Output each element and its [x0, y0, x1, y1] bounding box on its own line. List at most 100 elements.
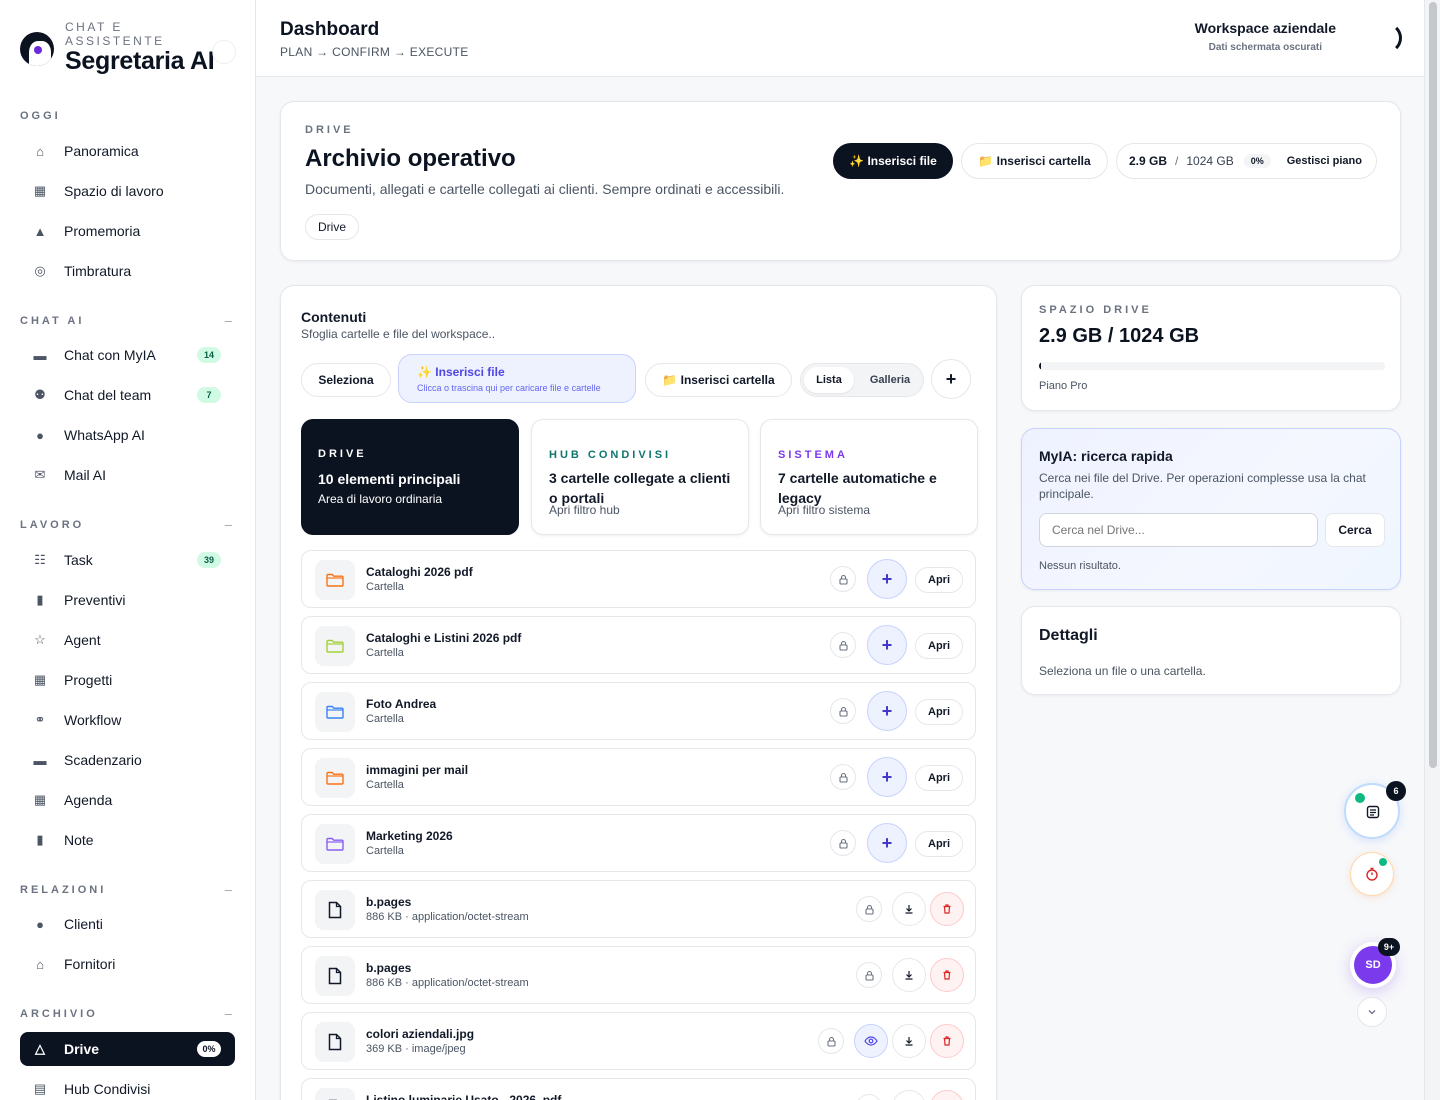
notes-fab[interactable]: 6: [1344, 781, 1406, 839]
brand[interactable]: CHAT E ASSISTENTE Segretaria AI: [20, 20, 240, 80]
file-row[interactable]: colori aziendali.jpg 369 KB · image/jpeg: [301, 1012, 976, 1070]
header-avatar[interactable]: [1368, 22, 1402, 54]
file-row[interactable]: Foto Andrea Cartella + Apri: [301, 682, 976, 740]
filter-card-drive[interactable]: DRIVE 10 elementi principali Area di lavor…: [301, 419, 519, 535]
manage-plan-button[interactable]: Gestisci piano: [1287, 155, 1362, 167]
lock-icon[interactable]: [830, 566, 856, 592]
sidebar-item-promemoria[interactable]: ▲ Promemoria: [20, 214, 235, 248]
delete-button[interactable]: [930, 1090, 964, 1100]
open-folder-button[interactable]: Apri: [915, 765, 963, 791]
file-row[interactable]: immagini per mail Cartella + Apri: [301, 748, 976, 806]
preview-button[interactable]: [854, 1024, 888, 1058]
insert-folder-button-secondary[interactable]: 📁 Inserisci cartella: [645, 363, 792, 397]
add-button[interactable]: +: [931, 359, 971, 399]
timer-fab[interactable]: [1350, 852, 1394, 896]
download-button[interactable]: [892, 892, 926, 926]
sidebar-item-mail-ai[interactable]: ✉ Mail AI: [20, 458, 235, 492]
sidebar-item-timbratura[interactable]: ◎ Timbratura: [20, 254, 235, 288]
sidebar-section-oggi: OGGI: [20, 110, 236, 122]
view-list-button[interactable]: Lista: [804, 367, 854, 393]
add-to-folder-button[interactable]: +: [867, 559, 907, 599]
filter-card-hub-condivisi[interactable]: HUB CONDIVISI 3 cartelle collegate a clie…: [531, 419, 749, 535]
sidebar-item-preventivi[interactable]: ▮ Preventivi: [20, 583, 235, 617]
open-folder-button[interactable]: Apri: [915, 633, 963, 659]
sidebar-item-hub-condivisi[interactable]: ▤ Hub Condivisi: [20, 1072, 235, 1100]
add-to-folder-button[interactable]: +: [867, 823, 907, 863]
download-button[interactable]: [892, 958, 926, 992]
collapse-fab[interactable]: [1357, 997, 1387, 1027]
workspace-switcher[interactable]: Workspace aziendale Dati schermata oscur…: [1195, 20, 1336, 53]
lock-icon[interactable]: [856, 962, 882, 988]
sidebar-item-label: Agent: [64, 632, 101, 648]
sidebar-section-collapse-button[interactable]: –: [225, 1006, 232, 1021]
add-to-folder-button[interactable]: +: [867, 625, 907, 665]
sidebar-item-scadenzario[interactable]: ▬ Scadenzario: [20, 743, 235, 777]
file-row[interactable]: Cataloghi 2026 pdf Cartella + Apri: [301, 550, 976, 608]
scrollbar-thumb[interactable]: [1429, 2, 1437, 768]
space-card: SPAZIO DRIVE 2.9 GB / 1024 GB Piano Pro: [1021, 285, 1401, 411]
notes-badge: 6: [1386, 781, 1406, 801]
sidebar-item-agenda[interactable]: ▦ Agenda: [20, 783, 235, 817]
select-button[interactable]: Seleziona: [301, 363, 391, 397]
file-row[interactable]: b.pages 886 KB · application/octet-stream: [301, 946, 976, 1004]
sidebar-item-chat-del-team[interactable]: ⚉ Chat del team 7: [20, 378, 235, 412]
sidebar-item-clienti[interactable]: ● Clienti: [20, 907, 235, 941]
grid-icon: ▦: [33, 183, 47, 198]
upload-dropzone[interactable]: ✨ Inserisci file Clicca o trascina qui p…: [398, 354, 636, 403]
drive-chip[interactable]: Drive: [305, 214, 359, 240]
add-to-folder-button[interactable]: +: [867, 757, 907, 797]
open-folder-button[interactable]: Apri: [915, 831, 963, 857]
sidebar-item-badge: 7: [197, 387, 221, 403]
insert-file-button[interactable]: ✨ Inserisci file: [833, 143, 953, 179]
sidebar-item-progetti[interactable]: ▦ Progetti: [20, 663, 235, 697]
file-row[interactable]: b.pages 886 KB · application/octet-stream: [301, 880, 976, 938]
sidebar-section-collapse-button[interactable]: –: [225, 313, 232, 328]
insert-folder-button[interactable]: 📁 Inserisci cartella: [961, 143, 1108, 179]
drive-search-input[interactable]: [1039, 513, 1318, 547]
lock-icon[interactable]: [830, 830, 856, 856]
sidebar-section-collapse-button[interactable]: –: [225, 882, 232, 897]
user-fab[interactable]: SD 9+: [1350, 938, 1400, 988]
sidebar-item-note[interactable]: ▮ Note: [20, 823, 235, 857]
delete-button[interactable]: [930, 892, 964, 926]
download-button[interactable]: [892, 1090, 926, 1100]
user-badge: 9+: [1378, 938, 1400, 956]
sidebar-item-fornitori[interactable]: ⌂ Fornitori: [20, 947, 235, 981]
open-folder-button[interactable]: Apri: [915, 567, 963, 593]
filter-card-sistema[interactable]: SISTEMA 7 cartelle automatiche e legacy Ap…: [760, 419, 978, 535]
lock-icon[interactable]: [818, 1028, 844, 1054]
workspace-name: Workspace aziendale: [1194, 20, 1336, 36]
page-scrollbar[interactable]: [1424, 0, 1440, 1100]
sidebar-section-label: ARCHIVIO: [20, 1008, 98, 1020]
lock-icon[interactable]: [830, 764, 856, 790]
lock-icon[interactable]: [856, 1094, 882, 1100]
file-row[interactable]: Cataloghi e Listini 2026 pdf Cartella + Apr…: [301, 616, 976, 674]
lock-icon[interactable]: [830, 698, 856, 724]
team-icon: ⚉: [34, 387, 46, 402]
sidebar-item-chat-con-myia[interactable]: ▬ Chat con MyIA 14: [20, 338, 235, 372]
sidebar-item-whatsapp-ai[interactable]: ● WhatsApp AI: [20, 418, 235, 452]
file-row-name: Cataloghi 2026 pdf: [366, 565, 473, 579]
delete-button[interactable]: [930, 958, 964, 992]
sidebar-item-panoramica[interactable]: ⌂ Panoramica: [20, 134, 235, 168]
sidebar-toggle-button[interactable]: [212, 40, 236, 64]
sidebar-item-task[interactable]: ☷ Task 39: [20, 543, 235, 577]
drive-search-button[interactable]: Cerca: [1325, 513, 1385, 547]
lock-icon[interactable]: [856, 896, 882, 922]
whatsapp-icon: ●: [36, 427, 44, 443]
sidebar-section-collapse-button[interactable]: –: [225, 517, 232, 532]
sidebar-item-drive[interactable]: △ Drive 0%: [20, 1032, 235, 1066]
lock-icon[interactable]: [830, 632, 856, 658]
sidebar-item-agent[interactable]: ☆ Agent: [20, 623, 235, 657]
open-folder-button[interactable]: Apri: [915, 699, 963, 725]
delete-button[interactable]: [930, 1024, 964, 1058]
add-to-folder-button[interactable]: +: [867, 691, 907, 731]
file-row[interactable]: Marketing 2026 Cartella + Apri: [301, 814, 976, 872]
sidebar-item-spazio-di-lavoro[interactable]: ▦ Spazio di lavoro: [20, 174, 235, 208]
sidebar-item-workflow[interactable]: ⚭ Workflow: [20, 703, 235, 737]
view-gallery-button[interactable]: Galleria: [859, 367, 921, 393]
download-button[interactable]: [892, 1024, 926, 1058]
grid-icon: ▦: [33, 672, 47, 687]
file-row[interactable]: Listino luminarie Usato - 2026 .pdf: [301, 1078, 976, 1100]
file-icon: [315, 1088, 355, 1100]
